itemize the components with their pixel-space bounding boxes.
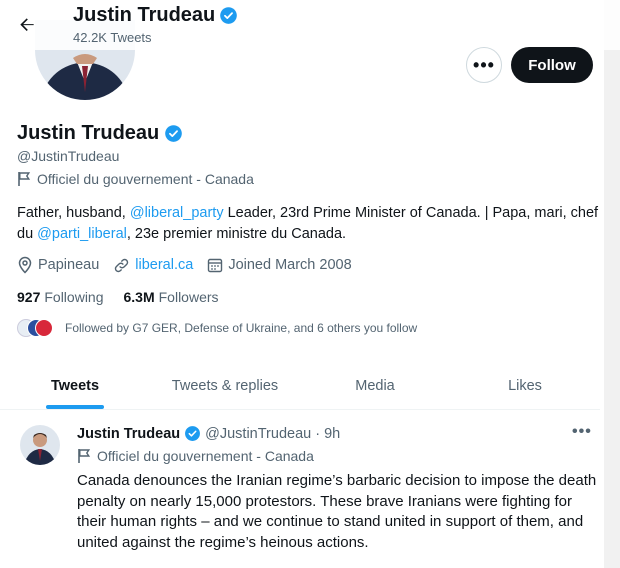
- profile-bio: Father, husband, @liberal_party Leader, …: [17, 203, 602, 245]
- calendar-icon: [208, 258, 223, 273]
- verified-badge-icon: [165, 125, 183, 142]
- tweet-author-name[interactable]: Justin Trudeau: [77, 426, 180, 442]
- follow-button[interactable]: Follow: [511, 47, 593, 83]
- website-link[interactable]: liberal.ca: [135, 257, 193, 273]
- tab-media[interactable]: Media: [300, 362, 450, 409]
- verified-badge-icon: [185, 426, 201, 441]
- follower-avatars: [17, 318, 53, 338]
- profile-meta: Papineau liberal.ca Joined March 2008: [17, 256, 366, 274]
- top-header: Justin Trudeau 42.2K Tweets: [0, 0, 620, 50]
- followers-count: 6.3M: [123, 289, 155, 305]
- followed-by[interactable]: Followed by G7 GER, Defense of Ukraine, …: [17, 318, 417, 338]
- following-count: 927: [17, 289, 41, 305]
- website: liberal.ca: [113, 257, 193, 274]
- tweet-handle-time[interactable]: @JustinTrudeau · 9h: [205, 426, 340, 442]
- more-options-button[interactable]: •••: [466, 47, 502, 83]
- bio-link-liberal-party[interactable]: @liberal_party: [130, 205, 224, 221]
- tweet-gov-label-text: Officiel du gouvernement - Canada: [97, 448, 314, 464]
- join-date: Joined March 2008: [207, 257, 352, 273]
- profile-tabs: Tweets Tweets & replies Media Likes: [0, 362, 600, 410]
- bio-text: Father, husband,: [17, 205, 130, 221]
- followed-by-text: Followed by G7 GER, Defense of Ukraine, …: [65, 321, 418, 335]
- back-button[interactable]: [10, 8, 44, 42]
- tab-tweets-replies[interactable]: Tweets & replies: [150, 362, 300, 409]
- tweet-header: Justin Trudeau @JustinTrudeau · 9h: [77, 425, 340, 442]
- header-title: Justin Trudeau: [73, 4, 238, 27]
- scrollbar[interactable]: [604, 0, 620, 568]
- tweet-count: 42.2K Tweets: [73, 30, 152, 45]
- flag-icon: [18, 172, 31, 186]
- join-date-text: Joined March 2008: [228, 257, 352, 273]
- followers-label: Followers: [158, 289, 219, 305]
- back-arrow-icon: [20, 18, 34, 31]
- tweet[interactable]: Justin Trudeau @JustinTrudeau · 9h ••• O…: [0, 411, 600, 568]
- bio-text: , 23e premier ministre du Canada.: [126, 226, 347, 242]
- location-pin-icon: [18, 256, 32, 274]
- following-label: Following: [44, 289, 104, 305]
- more-icon: •••: [473, 54, 495, 75]
- location-text: Papineau: [38, 257, 100, 273]
- tweet-gov-label: Officiel du gouvernement - Canada: [77, 448, 314, 464]
- tweet-text: Canada denounces the Iranian regime’s ba…: [77, 472, 597, 551]
- profile-display-name: Justin Trudeau: [17, 122, 160, 144]
- tab-likes[interactable]: Likes: [450, 362, 600, 409]
- link-icon: [115, 258, 129, 272]
- avatar: [20, 425, 60, 465]
- gov-label-text: Officiel du gouvernement - Canada: [37, 171, 254, 187]
- location: Papineau: [17, 256, 99, 274]
- header-name: Justin Trudeau: [73, 4, 216, 26]
- tweet-avatar[interactable]: [20, 425, 60, 465]
- avatar: [35, 319, 53, 337]
- tab-tweets[interactable]: Tweets: [0, 362, 150, 409]
- tweet-more-button[interactable]: •••: [572, 423, 592, 441]
- profile-name: Justin Trudeau: [17, 122, 183, 145]
- profile-handle: @JustinTrudeau: [17, 148, 120, 164]
- gov-label: Officiel du gouvernement - Canada: [17, 171, 254, 187]
- followers-stat[interactable]: 6.3M Followers: [124, 289, 219, 305]
- flag-icon: [78, 449, 91, 463]
- verified-badge-icon: [220, 7, 238, 24]
- bio-link-parti-liberal[interactable]: @parti_liberal: [37, 226, 127, 242]
- follow-stats: 927 Following 6.3M Followers: [17, 289, 239, 305]
- following-stat[interactable]: 927 Following: [17, 289, 104, 305]
